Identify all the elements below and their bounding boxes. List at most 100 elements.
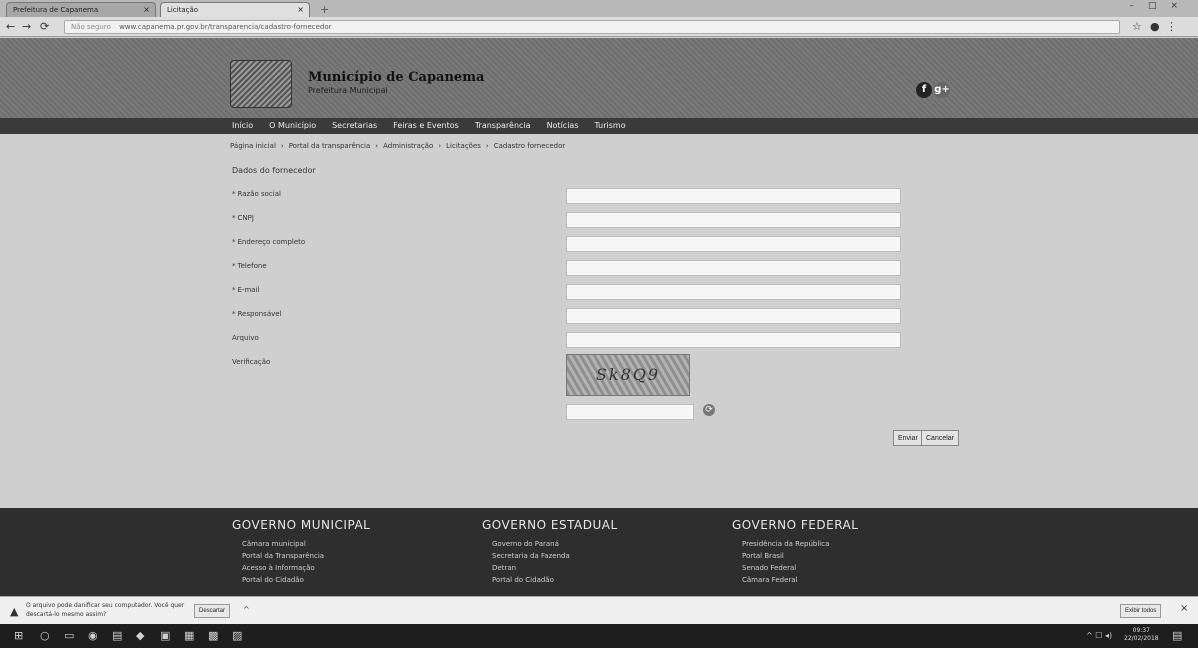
address-bar[interactable]: Não seguro www.capanema.pr.gov.br/transp… — [64, 20, 1120, 34]
warning-icon: ▲ — [10, 605, 19, 618]
footer-link[interactable]: Detran — [492, 564, 722, 572]
main-nav: Início O Município Secretarias Feiras e … — [0, 118, 1198, 134]
system-tray-icons[interactable]: ^ ☐ ◂) — [1086, 631, 1112, 640]
nav-item-inicio[interactable]: Início — [232, 121, 253, 130]
star-icon[interactable]: ☆ — [1132, 20, 1142, 33]
close-icon[interactable]: × — [143, 5, 150, 14]
page-title: Dados do fornecedor — [232, 166, 316, 175]
browser-toolbar: ← → ⟳ Não seguro www.capanema.pr.gov.br/… — [0, 17, 1198, 37]
breadcrumb-home[interactable]: Página inicial — [230, 142, 276, 150]
nav-item-o-municipio[interactable]: O Município — [269, 121, 316, 130]
breadcrumb-administracao[interactable]: Administração — [383, 142, 433, 150]
breadcrumb-separator: › — [375, 142, 379, 150]
discard-button[interactable]: Descartar — [194, 604, 231, 618]
cnpj-input[interactable] — [566, 212, 901, 228]
nav-item-turismo[interactable]: Turismo — [595, 121, 626, 130]
captcha-input[interactable] — [566, 404, 694, 420]
close-icon[interactable]: × — [1180, 603, 1188, 614]
site-title[interactable]: Município de Capanema — [308, 70, 484, 85]
municipal-crest-logo[interactable] — [230, 60, 292, 108]
label-text: Razão social — [237, 190, 281, 198]
footer-link[interactable]: Secretaria da Fazenda — [492, 552, 722, 560]
mail-app-icon[interactable]: ▤ — [112, 629, 122, 642]
footer-column-estadual: GOVERNO ESTADUAL Governo do Paraná Secre… — [482, 518, 722, 588]
footer-link[interactable]: Câmara Federal — [742, 576, 972, 584]
breadcrumb-licitacoes[interactable]: Licitações — [446, 142, 481, 150]
app-icon[interactable]: ▨ — [232, 629, 242, 642]
footer-column-title: GOVERNO FEDERAL — [732, 518, 859, 532]
required-marker: * — [232, 214, 236, 222]
footer-link[interactable]: Câmara municipal — [242, 540, 472, 548]
browser-tab-1[interactable]: Prefeitura de Capanema × — [6, 2, 156, 17]
telefone-input[interactable] — [566, 260, 901, 276]
nav-item-noticias[interactable]: Notícias — [547, 121, 579, 130]
chevron-up-icon[interactable]: ^ — [243, 605, 250, 614]
download-warning-text: O arquivo pode danificar seu computador.… — [26, 602, 185, 618]
label-responsavel: * Responsável — [232, 310, 282, 318]
google-plus-icon[interactable]: g+ — [934, 82, 950, 98]
arquivo-input[interactable] — [566, 332, 901, 348]
task-view-icon[interactable]: ▭ — [64, 629, 74, 642]
footer-link[interactable]: Portal do Cidadão — [242, 576, 472, 584]
email-input[interactable] — [566, 284, 901, 300]
footer-column-title: GOVERNO ESTADUAL — [482, 518, 618, 532]
label-arquivo: Arquivo — [232, 334, 259, 342]
footer-link[interactable]: Presidência da República — [742, 540, 972, 548]
required-marker: * — [232, 190, 236, 198]
label-razao-social: * Razão social — [232, 190, 281, 198]
breadcrumb: Página inicial › Portal da transparência… — [230, 142, 565, 150]
required-marker: * — [232, 262, 236, 270]
show-all-button[interactable]: Exibir todos — [1120, 604, 1162, 618]
reload-icon[interactable]: ⟳ — [40, 20, 49, 33]
folder-icon[interactable]: ▣ — [160, 629, 170, 642]
security-label[interactable]: Não seguro — [71, 23, 111, 31]
required-marker: * — [232, 238, 236, 246]
nav-item-feiras-eventos[interactable]: Feiras e Eventos — [393, 121, 459, 130]
browser-tab-1-label: Prefeitura de Capanema — [13, 6, 99, 14]
refresh-captcha-icon[interactable]: ⟳ — [703, 404, 715, 416]
download-bar: ▲ O arquivo pode danificar seu computado… — [0, 596, 1198, 624]
footer-link[interactable]: Senado Federal — [742, 564, 972, 572]
browser-tab-2[interactable]: Licitação × — [160, 2, 310, 17]
profile-icon[interactable]: ● — [1150, 20, 1160, 33]
captcha-image: Sk8Q9 — [566, 354, 690, 396]
menu-icon[interactable]: ⋮ — [1166, 20, 1177, 33]
endereco-input[interactable] — [566, 236, 901, 252]
footer-link[interactable]: Portal do Cidadão — [492, 576, 722, 584]
app-icon[interactable]: ◆ — [136, 629, 144, 642]
footer-link[interactable]: Portal Brasil — [742, 552, 972, 560]
label-text: E-mail — [237, 286, 260, 294]
label-email: * E-mail — [232, 286, 259, 294]
back-icon[interactable]: ← — [6, 20, 15, 33]
required-marker: * — [232, 286, 236, 294]
close-icon[interactable]: × — [297, 5, 304, 14]
label-text: CNPJ — [237, 214, 254, 222]
footer-link[interactable]: Acesso à Informação — [242, 564, 472, 572]
windows-start-icon[interactable]: ⊞ — [14, 629, 23, 642]
label-text: Telefone — [237, 262, 267, 270]
facebook-icon[interactable]: f — [916, 82, 932, 98]
new-tab-icon[interactable]: + — [320, 3, 329, 16]
window-controls[interactable]: –□× — [1129, 1, 1192, 11]
label-text: Responsável — [237, 310, 282, 318]
razao-social-input[interactable] — [566, 188, 901, 204]
browser-app-icon[interactable]: ◉ — [88, 629, 98, 642]
footer-column-title: GOVERNO MUNICIPAL — [232, 518, 371, 532]
breadcrumb-transparencia[interactable]: Portal da transparência — [289, 142, 371, 150]
footer-link[interactable]: Governo do Paraná — [492, 540, 722, 548]
forward-icon[interactable]: → — [22, 20, 31, 33]
search-icon[interactable]: ○ — [40, 629, 50, 642]
footer-link[interactable]: Portal da Transparência — [242, 552, 472, 560]
responsavel-input[interactable] — [566, 308, 901, 324]
cancel-button[interactable]: Cancelar — [921, 430, 960, 446]
site-header: Município de Capanema Prefeitura Municip… — [0, 38, 1198, 118]
send-button[interactable]: Enviar — [893, 430, 923, 446]
breadcrumb-separator: › — [438, 142, 442, 150]
taskbar-clock[interactable]: 09:37 22/02/2018 — [1124, 627, 1159, 643]
label-cnpj: * CNPJ — [232, 214, 254, 222]
nav-item-secretarias[interactable]: Secretarias — [332, 121, 377, 130]
app-icon[interactable]: ▩ — [208, 629, 218, 642]
nav-item-transparencia[interactable]: Transparência — [475, 121, 531, 130]
app-icon[interactable]: ▦ — [184, 629, 194, 642]
notification-icon[interactable]: ▤ — [1172, 629, 1182, 642]
